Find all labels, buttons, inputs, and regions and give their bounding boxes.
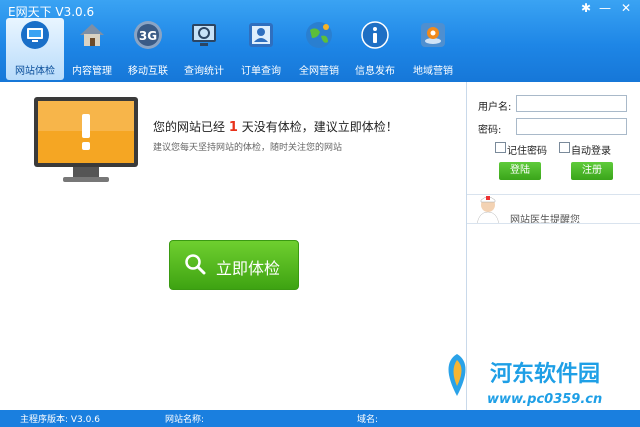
password-input[interactable] [516, 118, 627, 135]
remember-password-label: 记住密码 [507, 146, 547, 157]
login-button[interactable]: 登陆 [499, 162, 541, 180]
search-icon [185, 254, 206, 275]
tab-label: 地域营销 [413, 66, 453, 77]
tab-label: 移动互联 [128, 66, 168, 77]
doctor-avatar-icon [476, 196, 500, 224]
remember-password-checkbox[interactable] [495, 142, 506, 153]
globe-icon [306, 22, 332, 48]
tab-content-management[interactable]: 内容管理 [63, 18, 121, 80]
tab-publish[interactable]: 信息发布 [346, 18, 404, 80]
password-label: 密码: [478, 125, 502, 136]
skin-icon[interactable]: ✱ [578, 1, 594, 15]
checkup-now-button[interactable]: 立即体检 [169, 240, 299, 290]
tab-statistics[interactable]: 查询统计 [175, 18, 233, 80]
watermark-title: 河东软件园 [490, 361, 601, 387]
tab-label: 全网营销 [299, 66, 339, 77]
tab-site-checkup[interactable]: 网站体检 [6, 18, 64, 80]
contacts-icon [249, 23, 273, 47]
chart-screen-icon [192, 24, 216, 46]
3g-icon: 3G [134, 21, 162, 49]
watermark-url: www.pc0359.cn [487, 392, 603, 407]
checkup-button-label: 立即体检 [216, 259, 281, 278]
checkup-warning: 您的网站已经 1 天没有体检，建议立即体检！ [153, 120, 398, 135]
tab-network-marketing[interactable]: 全网营销 [290, 18, 348, 80]
tab-orders[interactable]: 订单查询 [232, 18, 290, 80]
svg-text:3G: 3G [139, 29, 157, 43]
username-label: 用户名: [478, 102, 512, 113]
checkup-hint: 建议您每天坚持网站的体检，随时关注您的网站 [153, 143, 343, 153]
days-count: 1 [228, 120, 238, 135]
tab-label: 内容管理 [72, 66, 112, 77]
tab-label: 网站体检 [15, 66, 55, 77]
tab-label: 查询统计 [184, 66, 224, 77]
info-icon [361, 21, 389, 49]
auto-login-label: 自动登录 [571, 146, 611, 157]
tab-mobile[interactable]: 3G 移动互联 [119, 18, 177, 80]
close-icon[interactable]: ✕ [618, 1, 634, 15]
monitor-warning-icon [34, 97, 138, 182]
tab-regional-marketing[interactable]: 地域营销 [404, 18, 462, 80]
status-site-name: 网站名称: [165, 415, 205, 425]
watermark-logo-icon [448, 354, 466, 396]
tab-label: 信息发布 [355, 66, 395, 77]
status-domain: 域名: [357, 415, 379, 425]
register-button[interactable]: 注册 [571, 162, 613, 180]
location-icon [421, 23, 445, 47]
auto-login-checkbox[interactable] [559, 142, 570, 153]
status-version: 主程序版本: V3.0.6 [20, 415, 100, 425]
minimize-icon[interactable]: — [597, 1, 613, 15]
username-input[interactable] [516, 95, 627, 112]
tab-label: 订单查询 [241, 66, 281, 77]
monitor-icon [21, 21, 49, 49]
divider [467, 223, 640, 224]
house-icon [80, 24, 104, 46]
